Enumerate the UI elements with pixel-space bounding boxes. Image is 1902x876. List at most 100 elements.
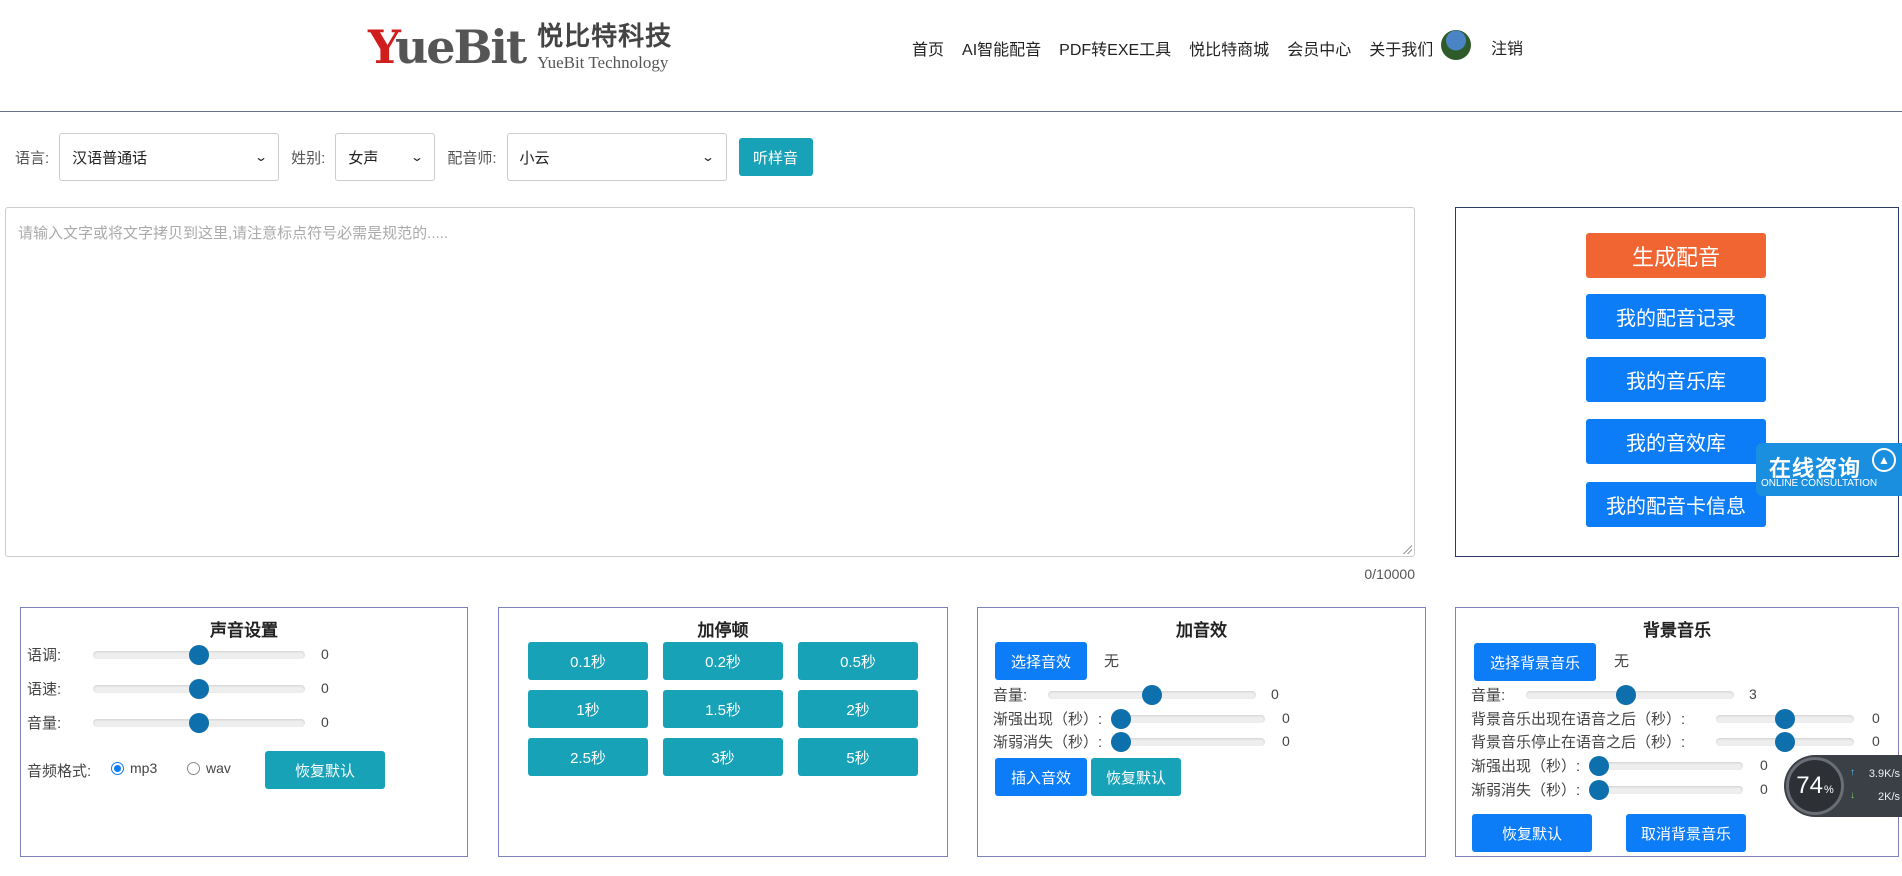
nav-shop[interactable]: 悦比特商城 xyxy=(1189,36,1269,60)
speed-slider[interactable] xyxy=(93,679,305,699)
bgm-fadeout-label: 渐弱消失（秒）: xyxy=(1471,782,1581,799)
slider-thumb[interactable] xyxy=(1616,685,1636,705)
format-wav-radio[interactable]: wav xyxy=(187,760,231,776)
format-wav-label: wav xyxy=(206,760,231,776)
speed-label: 语速: xyxy=(27,681,62,698)
logo-mark-rest: ueBit xyxy=(394,20,527,75)
consult-subtitle: ONLINE CONSULTATION xyxy=(1761,478,1878,489)
nav-member[interactable]: 会员中心 xyxy=(1287,36,1351,60)
choose-sfx-button[interactable]: 选择音效 xyxy=(995,642,1087,680)
pitch-label: 语调: xyxy=(27,647,62,664)
bgm-volume-label: 音量: xyxy=(1471,687,1506,704)
slider-thumb[interactable] xyxy=(1589,780,1609,800)
pause-title: 加停顿 xyxy=(697,621,749,640)
pause-2-5-button[interactable]: 2.5秒 xyxy=(528,738,648,776)
slider-thumb[interactable] xyxy=(189,645,209,665)
chevron-down-icon: ⌄ xyxy=(410,150,425,164)
voicer-select[interactable]: 小云 ⌄ xyxy=(506,133,727,181)
sfx-fadein-label: 渐强出现（秒）: xyxy=(993,711,1103,728)
online-consultation-button[interactable]: 在线咨询 ONLINE CONSULTATION ▲ xyxy=(1756,443,1902,496)
nav-pdf-exe[interactable]: PDF转EXE工具 xyxy=(1059,36,1171,60)
bgm-fadein-value: 0 xyxy=(1760,757,1768,773)
pause-5-button[interactable]: 5秒 xyxy=(798,738,918,776)
bgm-fadeout-value: 0 xyxy=(1760,781,1768,797)
action-panel: 生成配音 我的配音记录 我的音乐库 我的音效库 我的配音卡信息 xyxy=(1455,207,1899,557)
avatar[interactable] xyxy=(1441,30,1471,60)
listen-sample-button[interactable]: 听样音 xyxy=(738,138,813,176)
sfx-library-button[interactable]: 我的音效库 xyxy=(1586,419,1766,464)
sfx-reset-button[interactable]: 恢复默认 xyxy=(1091,758,1181,796)
records-button[interactable]: 我的配音记录 xyxy=(1586,294,1766,339)
slider-thumb[interactable] xyxy=(189,713,209,733)
language-value: 汉语普通话 xyxy=(72,149,148,167)
pause-3-button[interactable]: 3秒 xyxy=(663,738,783,776)
gender-select[interactable]: 女声 ⌄ xyxy=(335,133,436,181)
slider-thumb[interactable] xyxy=(1111,732,1131,752)
bgm-fadein-label: 渐强出现（秒）: xyxy=(1471,758,1581,775)
pause-0-1-button[interactable]: 0.1秒 xyxy=(528,642,648,680)
generate-button[interactable]: 生成配音 xyxy=(1586,233,1766,278)
bgm-fadeout-slider[interactable] xyxy=(1589,780,1743,800)
sfx-current: 无 xyxy=(1104,653,1120,670)
pitch-slider[interactable] xyxy=(93,645,305,665)
text-input[interactable]: 请输入文字或将文字拷贝到这里,请注意标点符号必需是规范的..... xyxy=(5,207,1415,557)
pause-card: 加停顿 0.1秒 0.2秒 0.5秒 1秒 1.5秒 2秒 2.5秒 3秒 5秒 xyxy=(498,607,948,857)
bgm-start-value: 0 xyxy=(1872,710,1880,726)
pause-2-button[interactable]: 2秒 xyxy=(798,690,918,728)
gender-value: 女声 xyxy=(348,149,379,167)
bgm-reset-button[interactable]: 恢复默认 xyxy=(1472,814,1592,852)
site-logo[interactable]: YueBit 悦比特科技 YueBit Technology xyxy=(368,22,672,73)
voice-reset-button[interactable]: 恢复默认 xyxy=(265,751,385,789)
sfx-fadein-slider[interactable] xyxy=(1111,709,1265,729)
bgm-card: 背景音乐 选择背景音乐 无 音量: 3 背景音乐出现在语音之后（秒）: 0 背景… xyxy=(1455,607,1899,857)
logo-en: YueBit Technology xyxy=(537,52,669,72)
bgm-fadein-slider[interactable] xyxy=(1589,756,1743,776)
sfx-fadeout-slider[interactable] xyxy=(1111,732,1265,752)
bgm-volume-slider[interactable] xyxy=(1526,685,1734,705)
nav-ai-voice[interactable]: AI智能配音 xyxy=(962,36,1041,60)
site-header: YueBit 悦比特科技 YueBit Technology 首页 AI智能配音… xyxy=(0,0,1902,112)
cpu-gauge: 74% xyxy=(1786,757,1844,815)
nav-home[interactable]: 首页 xyxy=(912,36,944,60)
sfx-card: 加音效 选择音效 无 音量: 0 渐强出现（秒）: 0 渐弱消失（秒）: 0 插… xyxy=(977,607,1426,857)
sfx-title: 加音效 xyxy=(1176,621,1227,640)
bgm-current: 无 xyxy=(1614,653,1630,670)
voice-settings-title: 声音设置 xyxy=(210,621,278,640)
nav-about[interactable]: 关于我们 xyxy=(1369,36,1433,60)
slider-thumb[interactable] xyxy=(1775,732,1795,752)
bgm-stop-value: 0 xyxy=(1872,733,1880,749)
voicer-value: 小云 xyxy=(519,149,550,167)
slider-thumb[interactable] xyxy=(1775,709,1795,729)
pause-0-2-button[interactable]: 0.2秒 xyxy=(663,642,783,680)
logo-cn: 悦比特科技 xyxy=(537,21,673,51)
pause-1-5-button[interactable]: 1.5秒 xyxy=(663,690,783,728)
slider-thumb[interactable] xyxy=(1111,709,1131,729)
logout-link[interactable]: 注销 xyxy=(1491,35,1523,59)
chevron-down-icon: ⌄ xyxy=(254,150,269,164)
slider-thumb[interactable] xyxy=(1142,685,1162,705)
radio-checked-icon xyxy=(111,761,124,775)
format-mp3-radio[interactable]: mp3 xyxy=(111,760,157,776)
bgm-start-slider[interactable] xyxy=(1716,709,1854,729)
network-widget[interactable]: 74% ↑ 3.9K/s ↓ 2K/s xyxy=(1784,755,1902,817)
volume-slider[interactable] xyxy=(93,713,305,733)
volume-label: 音量: xyxy=(27,715,62,732)
slider-thumb[interactable] xyxy=(189,679,209,699)
sfx-fadeout-value: 0 xyxy=(1282,733,1290,749)
pause-0-5-button[interactable]: 0.5秒 xyxy=(798,642,918,680)
sfx-volume-slider[interactable] xyxy=(1048,685,1256,705)
speed-value: 0 xyxy=(321,680,329,696)
insert-sfx-button[interactable]: 插入音效 xyxy=(995,758,1087,796)
slider-thumb[interactable] xyxy=(1589,756,1609,776)
logo-text: 悦比特科技 YueBit Technology xyxy=(537,22,672,73)
pause-1-button[interactable]: 1秒 xyxy=(528,690,648,728)
logo-mark-y: Y xyxy=(368,20,397,75)
language-select[interactable]: 汉语普通话 ⌄ xyxy=(59,133,280,181)
bgm-stop-slider[interactable] xyxy=(1716,732,1854,752)
choose-bgm-button[interactable]: 选择背景音乐 xyxy=(1474,643,1596,681)
cancel-bgm-button[interactable]: 取消背景音乐 xyxy=(1626,814,1746,852)
card-info-button[interactable]: 我的配音卡信息 xyxy=(1586,482,1766,527)
main-nav: 首页 AI智能配音 PDF转EXE工具 悦比特商城 会员中心 关于我们 xyxy=(912,36,1433,60)
music-library-button[interactable]: 我的音乐库 xyxy=(1586,357,1766,402)
resize-handle-icon[interactable] xyxy=(1402,544,1412,554)
